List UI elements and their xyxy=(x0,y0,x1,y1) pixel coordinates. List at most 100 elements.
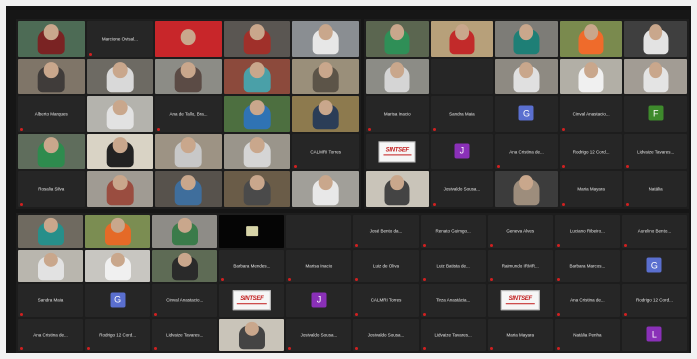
participant-tile[interactable] xyxy=(86,171,154,207)
participant-tile[interactable]: Marisa Inacio xyxy=(286,249,352,282)
participant-tile[interactable]: J xyxy=(286,284,352,317)
participant-tile[interactable]: Luiz Batista de... xyxy=(420,249,486,282)
participant-tile[interactable]: G xyxy=(85,284,151,317)
mic-muted-icon xyxy=(497,165,501,169)
participant-tile[interactable]: Alberto Marques xyxy=(18,96,85,132)
mic-muted-icon xyxy=(561,127,565,131)
participant-name: Renato Guimgo... xyxy=(435,228,471,234)
participant-tile[interactable] xyxy=(366,21,429,57)
participant-tile[interactable] xyxy=(292,96,359,132)
participant-tile[interactable]: Geneva Alves xyxy=(487,215,553,248)
participant-tile[interactable]: Rodrigo 12 Cord... xyxy=(621,284,687,317)
participant-tile[interactable]: Lidvaize Tavares... xyxy=(152,318,218,351)
participant-tile[interactable] xyxy=(366,171,429,207)
participant-tile[interactable]: Luiz de Oliva xyxy=(353,249,419,282)
participant-tile[interactable]: Raimundo IRMR... xyxy=(487,249,553,282)
participant-tile[interactable] xyxy=(219,318,285,351)
participant-tile[interactable]: Sandra Maia xyxy=(430,96,494,132)
participant-tile[interactable] xyxy=(152,215,218,248)
participant-tile[interactable] xyxy=(155,21,222,57)
participant-tile[interactable] xyxy=(155,133,222,170)
participant-tile[interactable]: SINTSEF xyxy=(366,133,429,170)
participant-name: CALMRI Torres xyxy=(370,297,402,303)
participant-tile[interactable]: Barbara Mendes... xyxy=(219,249,285,282)
participant-tile[interactable] xyxy=(624,58,687,95)
participant-tile[interactable]: Luciano Ribeiro... xyxy=(554,215,620,248)
participant-tile[interactable]: Lidvaize Tavares... xyxy=(420,318,486,351)
participant-tile[interactable] xyxy=(18,58,85,95)
participant-tile[interactable]: Marisa Inacio xyxy=(366,96,429,132)
logo-text: SINTSEF xyxy=(385,147,410,154)
participant-tile[interactable]: Ana Cristina de... xyxy=(554,284,620,317)
participant-tile[interactable] xyxy=(223,21,291,57)
participant-tile[interactable]: Maria Mayara xyxy=(559,171,623,207)
participant-tile[interactable] xyxy=(223,58,291,95)
participant-tile[interactable] xyxy=(86,96,154,132)
participant-tile[interactable] xyxy=(152,249,218,282)
participant-tile[interactable]: G xyxy=(621,249,687,282)
participant-tile[interactable]: Cinval Anastacio... xyxy=(559,96,623,132)
participant-name: José Bento da... xyxy=(369,228,403,234)
participant-tile[interactable]: L xyxy=(621,318,687,351)
participant-tile[interactable] xyxy=(430,58,494,95)
participant-tile[interactable] xyxy=(155,58,222,95)
participant-tile[interactable] xyxy=(286,215,352,248)
participant-tile[interactable] xyxy=(559,21,623,57)
participant-tile[interactable]: Rosalia Silva xyxy=(18,171,85,207)
participant-tile[interactable]: Sandra Maia xyxy=(18,284,84,317)
participant-tile[interactable] xyxy=(85,249,151,282)
participant-tile[interactable]: Ana de Tallo, Bra... xyxy=(155,96,222,132)
participant-tile[interactable] xyxy=(223,133,291,170)
participant-tile[interactable]: G xyxy=(495,96,558,132)
participant-tile[interactable] xyxy=(495,58,558,95)
participant-tile[interactable] xyxy=(86,58,154,95)
participant-tile[interactable] xyxy=(223,96,291,132)
participant-tile[interactable]: Rodrigo 12 Cord... xyxy=(559,133,623,170)
participant-tile[interactable] xyxy=(624,21,687,57)
participant-tile[interactable] xyxy=(495,171,558,207)
participant-tile[interactable]: Renato Guimgo... xyxy=(420,215,486,248)
participant-tile[interactable] xyxy=(495,21,558,57)
participant-tile[interactable]: Tirza Anastácia... xyxy=(420,284,486,317)
participant-tile[interactable]: Barbara Marcos... xyxy=(554,249,620,282)
participant-tile[interactable] xyxy=(155,171,222,207)
participant-tile[interactable]: Maria Mayara xyxy=(487,318,553,351)
participant-tile[interactable]: Aurelino Bento... xyxy=(621,215,687,248)
participant-tile[interactable] xyxy=(430,21,494,57)
participant-tile[interactable]: SINTSEF xyxy=(219,284,285,317)
participant-tile[interactable] xyxy=(85,215,151,248)
participant-tile[interactable] xyxy=(223,171,291,207)
mic-muted-icon xyxy=(556,347,560,350)
participant-tile[interactable] xyxy=(366,58,429,95)
participant-tile[interactable] xyxy=(559,58,623,95)
participant-tile[interactable] xyxy=(292,171,359,207)
participant-tile[interactable] xyxy=(219,215,285,248)
participant-tile[interactable]: José Bento da... xyxy=(353,215,419,248)
participant-tile[interactable]: Josivaldo Sousa... xyxy=(430,171,494,207)
participant-tile[interactable]: Marcione Ovisal... xyxy=(86,21,154,57)
participant-tile[interactable]: Natália xyxy=(624,171,687,207)
participant-name: Marcione Ovisal... xyxy=(101,36,138,42)
participant-tile[interactable]: Natália Penha xyxy=(554,318,620,351)
participant-tile[interactable]: CALMRI Torres xyxy=(292,133,359,170)
participant-name: Alberto Marques xyxy=(34,111,68,117)
participant-tile[interactable]: Lidvaize Tavares... xyxy=(624,133,687,170)
participant-tile[interactable]: Josivaldo Sousa... xyxy=(353,318,419,351)
participant-tile[interactable] xyxy=(292,21,359,57)
participant-tile[interactable]: Cinval Anastacio... xyxy=(152,284,218,317)
participant-tile[interactable] xyxy=(18,215,84,248)
participant-tile[interactable] xyxy=(18,21,85,57)
participant-tile[interactable]: F xyxy=(624,96,687,132)
participant-tile[interactable] xyxy=(292,58,359,95)
participant-tile[interactable]: SINTSEF xyxy=(487,284,553,317)
participant-tile[interactable] xyxy=(86,133,154,170)
participant-tile[interactable]: CALMRI Torres xyxy=(353,284,419,317)
participant-tile[interactable] xyxy=(18,133,85,170)
participant-tile[interactable]: Josivaldo Sousa... xyxy=(286,318,352,351)
participant-tile[interactable] xyxy=(18,249,84,282)
participant-face xyxy=(43,137,59,153)
participant-tile[interactable]: J xyxy=(430,133,494,170)
participant-tile[interactable]: Ana Cristina de... xyxy=(495,133,558,170)
participant-tile[interactable]: Ana Cristina de... xyxy=(18,318,84,351)
participant-tile[interactable]: Rodrigo 12 Cord... xyxy=(85,318,151,351)
